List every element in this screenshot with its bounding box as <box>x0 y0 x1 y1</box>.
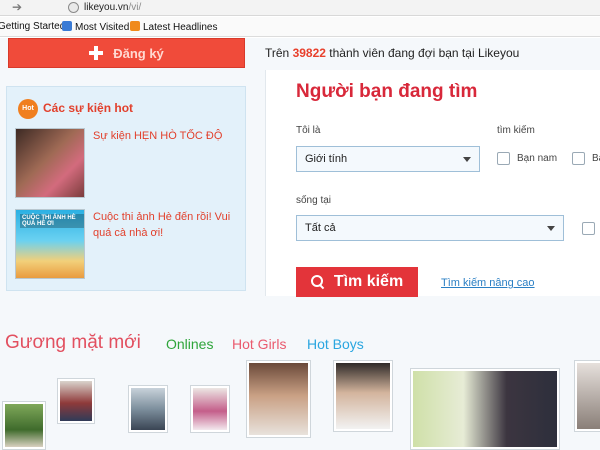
face-photo <box>249 363 308 435</box>
face-photo <box>413 371 557 447</box>
bookmark-getting-started[interactable]: Getting Started <box>0 21 65 33</box>
face-photo <box>193 388 227 430</box>
most-visited-icon <box>62 21 72 31</box>
face-photo <box>131 388 165 430</box>
hot-events-panel: Hot Các sự kiện hot Sự kiện HẸN HÒ TỐC ĐỘ… <box>6 86 246 291</box>
plus-icon <box>89 46 104 60</box>
bookmarks-bar: Getting Started Most Visited Latest Head… <box>0 17 600 37</box>
tab-hot-girls[interactable]: Hot Girls <box>232 336 286 352</box>
tab-onlines[interactable]: Onlines <box>166 336 213 352</box>
event-item[interactable]: Sự kiện HẸN HÒ TỐC ĐỘ <box>15 128 243 198</box>
hot-badge-icon: Hot <box>18 99 38 119</box>
location-value: Tất cả <box>305 222 336 234</box>
advanced-search-link[interactable]: Tìm kiếm nâng cao <box>441 277 535 289</box>
gender-value: Giới tính <box>305 153 348 165</box>
face-thumbnail[interactable] <box>410 368 560 450</box>
face-thumbnail[interactable] <box>190 385 230 433</box>
search-button[interactable]: Tìm kiếm <box>296 267 418 297</box>
location-select[interactable]: Tất cả <box>296 215 564 241</box>
bookmark-label: Most Visited <box>75 22 130 33</box>
face-photo <box>60 381 92 421</box>
live-label: sống tại <box>296 195 332 206</box>
search-button-label: Tìm kiếm <box>333 273 404 290</box>
register-label: Đăng ký <box>113 45 164 61</box>
event-link[interactable]: Cuộc thi ảnh Hè đến rồi! Vui quá cà nhà … <box>93 209 243 241</box>
location-checkbox[interactable] <box>582 222 595 235</box>
face-photo <box>336 363 390 429</box>
female-label: Bạ <box>592 153 600 164</box>
male-checkbox[interactable] <box>497 152 510 165</box>
bookmark-label: Latest Headlines <box>143 22 218 33</box>
chevron-down-icon <box>463 157 471 162</box>
url-text[interactable]: likeyou.vn/vi/ <box>84 1 141 14</box>
face-thumbnail[interactable] <box>57 378 95 424</box>
event-image[interactable] <box>15 128 85 198</box>
back-arrow-icon[interactable]: ➔ <box>12 0 22 14</box>
url-path: /vi/ <box>128 2 142 13</box>
face-photo <box>577 363 600 429</box>
members-prefix: Trên <box>265 46 290 60</box>
chevron-down-icon <box>547 226 555 231</box>
bookmark-label: Getting Started <box>0 21 66 32</box>
face-thumbnail[interactable] <box>2 401 46 450</box>
event-image-caption: CUỘC THI ẢNH HÈ QUÁ HÈ ƠI <box>20 214 84 228</box>
globe-icon <box>68 2 79 13</box>
page-content: Đăng ký Trên 39822 thành viên đang đợi b… <box>0 38 600 450</box>
members-count: 39822 <box>292 46 326 60</box>
rss-icon <box>130 21 140 31</box>
event-link[interactable]: Sự kiện HẸN HÒ TỐC ĐỘ <box>93 128 243 144</box>
bookmark-latest-headlines[interactable]: Latest Headlines <box>130 21 218 34</box>
face-thumbnail[interactable] <box>333 360 393 432</box>
url-host: likeyou.vn <box>84 2 129 13</box>
female-checkbox[interactable] <box>572 152 585 165</box>
face-photo <box>5 404 43 447</box>
face-thumbnail[interactable] <box>574 360 600 432</box>
search-title: Người bạn đang tìm <box>296 81 478 102</box>
search-panel: Người bạn đang tìm Tôi là Giới tính tìm … <box>265 70 600 297</box>
face-thumbnail[interactable] <box>128 385 168 433</box>
iam-label: Tôi là <box>296 125 321 136</box>
male-label: Bạn nam <box>517 153 558 164</box>
members-count-line: Trên 39822 thành viên đang đợi bạn tại L… <box>265 46 519 60</box>
event-image[interactable]: CUỘC THI ẢNH HÈ QUÁ HÈ ƠI <box>15 209 85 279</box>
gender-select[interactable]: Giới tính <box>296 146 480 172</box>
face-thumbnail[interactable] <box>246 360 311 438</box>
find-label: tìm kiếm <box>497 125 535 136</box>
event-item[interactable]: CUỘC THI ẢNH HÈ QUÁ HÈ ƠI Cuộc thi ảnh H… <box>15 209 243 279</box>
register-button[interactable]: Đăng ký <box>8 38 245 68</box>
tab-hot-boys[interactable]: Hot Boys <box>307 336 364 352</box>
members-suffix: thành viên đang đợi bạn tại Likeyou <box>329 46 520 60</box>
address-bar[interactable]: ➔ likeyou.vn/vi/ <box>0 0 600 16</box>
new-faces-title: Gương mặt mới <box>5 332 141 353</box>
events-title-text: Các sự kiện hot <box>43 101 134 116</box>
bookmark-most-visited[interactable]: Most Visited <box>62 21 129 34</box>
events-title: Hot Các sự kiện hot <box>18 99 133 119</box>
search-icon <box>310 275 325 289</box>
